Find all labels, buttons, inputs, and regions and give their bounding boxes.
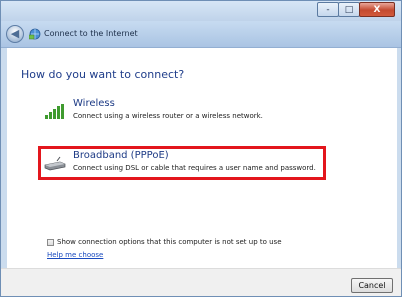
- back-arrow-icon[interactable]: ◀: [6, 25, 24, 43]
- connect-dialog-window: - □ X ◀ Connect to the Internet How do y…: [0, 0, 402, 297]
- maximize-button[interactable]: □: [338, 2, 360, 17]
- broadband-modem-icon: [44, 156, 66, 171]
- navigation-bar: ◀ Connect to the Internet: [1, 21, 401, 48]
- main-content: How do you want to connect? Wireless Con…: [7, 48, 397, 268]
- minimize-button[interactable]: -: [317, 2, 339, 17]
- option-wireless-description: Connect using a wireless router or a wir…: [73, 112, 263, 120]
- option-broadband-title: Broadband (PPPoE): [73, 150, 169, 161]
- show-options-row[interactable]: Show connection options that this comput…: [47, 238, 282, 246]
- cancel-button[interactable]: Cancel: [351, 278, 393, 293]
- dialog-footer: Cancel: [1, 268, 401, 296]
- wireless-signal-icon: [45, 104, 64, 119]
- close-button[interactable]: X: [359, 2, 395, 17]
- page-heading: How do you want to connect?: [21, 68, 185, 81]
- option-wireless[interactable]: Wireless Connect using a wireless router…: [44, 98, 344, 128]
- title-bar: - □ X: [1, 1, 401, 21]
- window-title: Connect to the Internet: [44, 29, 138, 38]
- network-globe-icon: [29, 28, 41, 40]
- option-wireless-title: Wireless: [73, 98, 115, 109]
- help-me-choose-link[interactable]: Help me choose: [47, 251, 103, 259]
- option-broadband-description: Connect using DSL or cable that requires…: [73, 164, 316, 172]
- option-broadband[interactable]: Broadband (PPPoE) Connect using DSL or c…: [44, 150, 344, 180]
- show-options-checkbox[interactable]: [47, 238, 54, 246]
- window-controls: - □ X: [317, 2, 395, 17]
- show-options-label: Show connection options that this comput…: [57, 238, 282, 246]
